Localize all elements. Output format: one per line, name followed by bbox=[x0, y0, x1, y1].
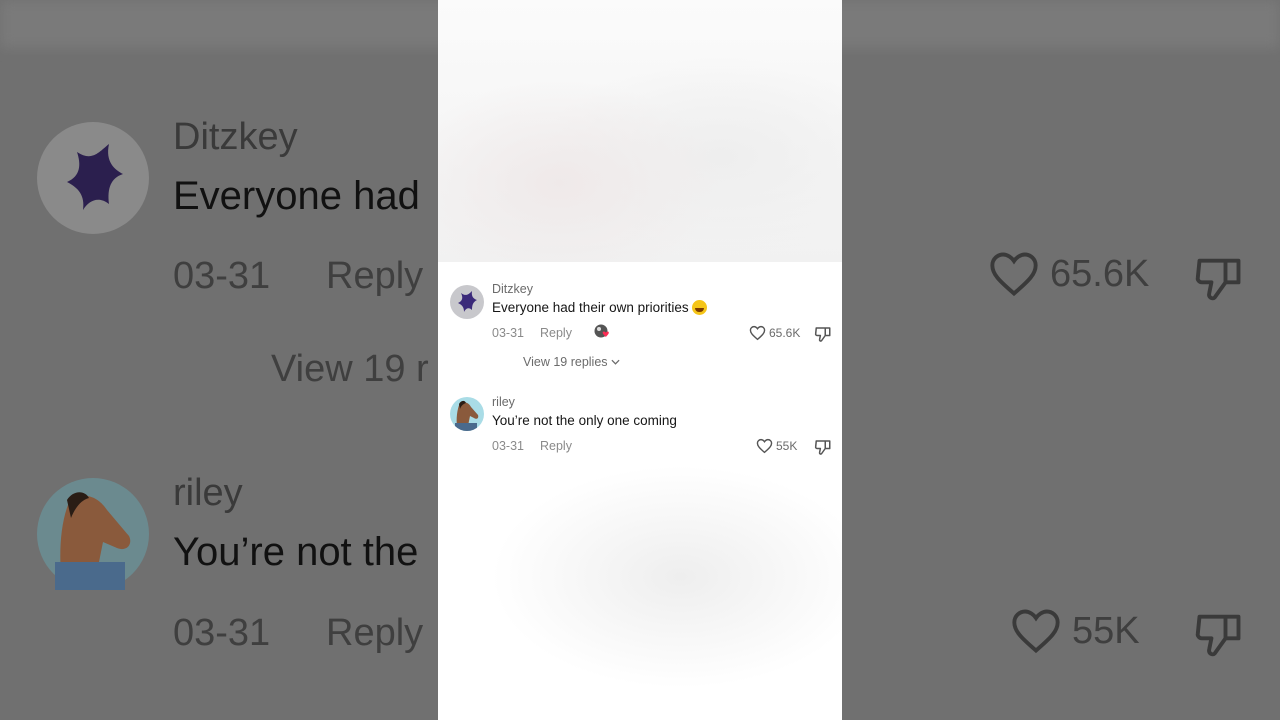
comment-item: Ditzkey Everyone had their own prioritie… bbox=[438, 280, 842, 380]
view-replies-button[interactable]: View 19 replies bbox=[523, 355, 620, 369]
background-like-count: 55K bbox=[1072, 609, 1140, 652]
like-button[interactable]: 65.6K bbox=[749, 325, 800, 341]
horse-avatar-icon bbox=[455, 400, 479, 431]
background-view-replies: View 19 r bbox=[271, 348, 429, 390]
background-comment-text: You’re not the bbox=[173, 530, 419, 574]
heart-icon bbox=[990, 252, 1038, 297]
chevron-down-icon bbox=[611, 359, 620, 365]
background-thumbs-down-icon bbox=[1195, 258, 1241, 301]
heart-icon bbox=[1012, 609, 1060, 654]
reply-button[interactable]: Reply bbox=[540, 439, 572, 453]
comment-date: 03-31 bbox=[492, 439, 524, 453]
blurred-video-area bbox=[438, 0, 842, 262]
thumbs-down-icon[interactable] bbox=[814, 325, 832, 343]
background-avatar-ditzkey bbox=[37, 122, 149, 234]
horse-icon bbox=[55, 492, 131, 590]
dragon-icon bbox=[67, 144, 123, 210]
background-date: 03-31 bbox=[173, 612, 271, 654]
background-like-group: 65.6K bbox=[988, 250, 1149, 298]
comment-item: riley You’re not the only one coming 03-… bbox=[438, 393, 842, 463]
view-replies-label: View 19 replies bbox=[523, 355, 608, 369]
comments-panel: Ditzkey Everyone had their own prioritie… bbox=[438, 0, 842, 720]
background-thumbs-down-icon bbox=[1195, 614, 1241, 657]
heart-icon bbox=[749, 325, 766, 341]
grinning-sweat-emoji-icon bbox=[691, 300, 707, 315]
blurred-bottom-area bbox=[438, 460, 842, 720]
background-username: riley bbox=[173, 472, 243, 514]
background-comment-text: Everyone had bbox=[173, 174, 420, 218]
avatar[interactable] bbox=[450, 397, 484, 431]
like-count: 65.6K bbox=[769, 326, 801, 340]
background-reply: Reply bbox=[326, 612, 424, 654]
comment-username[interactable]: riley bbox=[492, 395, 515, 409]
comment-text: Everyone had their own priorities bbox=[492, 300, 707, 315]
like-count: 55K bbox=[776, 439, 798, 453]
comment-text: You’re not the only one coming bbox=[492, 413, 677, 428]
background-like-group: 55K bbox=[1010, 607, 1140, 655]
dragon-avatar-icon bbox=[458, 291, 477, 312]
background-avatar-riley bbox=[37, 478, 149, 590]
creator-liked-badge-icon bbox=[594, 324, 609, 338]
avatar[interactable] bbox=[450, 285, 484, 319]
background-date: 03-31 bbox=[173, 255, 271, 297]
reply-button[interactable]: Reply bbox=[540, 326, 572, 340]
like-button[interactable]: 55K bbox=[756, 438, 797, 454]
comment-username[interactable]: Ditzkey bbox=[492, 282, 533, 296]
comment-date: 03-31 bbox=[492, 326, 524, 340]
background-reply: Reply bbox=[326, 255, 424, 297]
heart-icon bbox=[756, 438, 773, 454]
thumbs-down-icon[interactable] bbox=[814, 438, 832, 456]
comment-text-body: Everyone had their own priorities bbox=[492, 300, 689, 315]
background-username: Ditzkey bbox=[173, 116, 298, 158]
background-like-count: 65.6K bbox=[1050, 252, 1150, 295]
